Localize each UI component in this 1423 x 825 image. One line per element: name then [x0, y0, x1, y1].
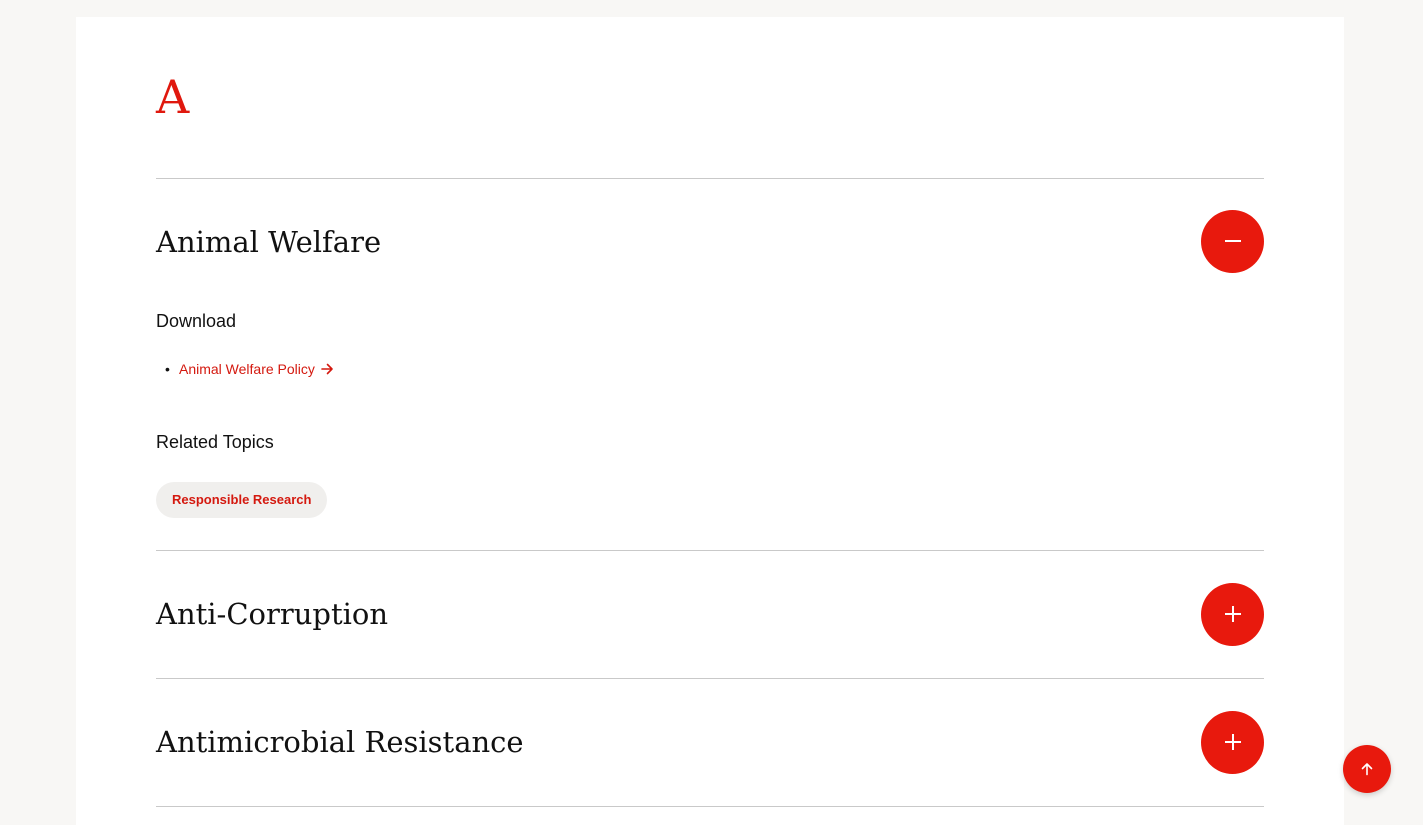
divider — [156, 178, 1264, 179]
topics-card: A Animal Welfare Download • Animal Welfa… — [76, 17, 1344, 825]
accordion-title-anti-corruption[interactable]: Anti-Corruption — [156, 594, 388, 634]
download-list: • Animal Welfare Policy — [156, 359, 334, 379]
arrow-up-icon — [1361, 763, 1373, 776]
index-letter-heading: A — [156, 70, 190, 124]
divider — [156, 806, 1264, 807]
arrow-right-icon — [321, 363, 333, 375]
list-item: • Animal Welfare Policy — [156, 359, 334, 379]
animal-welfare-policy-link[interactable]: Animal Welfare Policy — [179, 361, 334, 377]
divider — [156, 550, 1264, 551]
minus-icon — [1225, 240, 1241, 242]
related-topic-chip[interactable]: Responsible Research — [156, 482, 328, 518]
related-topics-label: Related Topics — [156, 432, 274, 452]
bullet: • — [165, 361, 170, 377]
divider — [156, 678, 1264, 679]
accordion-title-animal-welfare[interactable]: Animal Welfare — [156, 222, 381, 262]
accordion-title-antimicrobial-resistance[interactable]: Antimicrobial Resistance — [156, 722, 524, 762]
download-label: Download — [156, 311, 237, 331]
link-label: Animal Welfare Policy — [179, 361, 315, 377]
expand-button[interactable] — [1201, 711, 1264, 774]
back-to-top-button[interactable] — [1343, 745, 1391, 793]
collapse-button[interactable] — [1201, 210, 1264, 273]
expand-button[interactable] — [1201, 583, 1264, 646]
